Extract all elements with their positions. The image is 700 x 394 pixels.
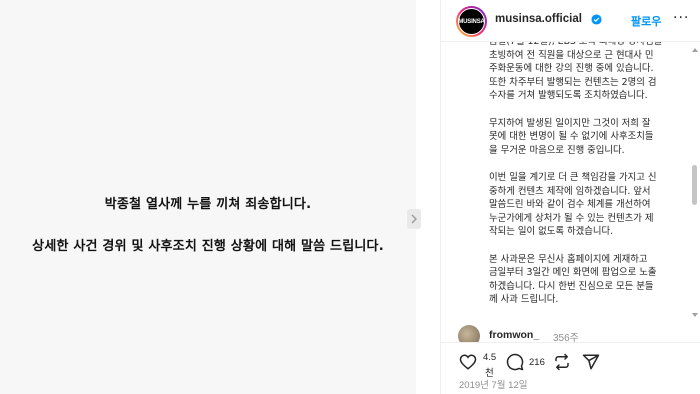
caption: 금일(7월 12일), EBS 조옥 최태성 강사님을초빙하여 전 직원을 대상… bbox=[489, 42, 685, 318]
caption-line: 말씀드린 바와 같이 검수 체계를 개선하여 bbox=[489, 199, 651, 211]
repost-icon bbox=[555, 353, 569, 371]
like-button[interactable] bbox=[459, 353, 477, 375]
caption-paragraph: 무지하여 발생된 일이지만 그것이 저희 잘못에 대한 변명이 될 수 없기에 … bbox=[489, 117, 685, 158]
post-date: 2019년 7월 12일 bbox=[459, 380, 528, 391]
caption-paragraph: 본 사과문은 무신사 홈페이지에 게재하고금일부터 3일간 메인 화면에 팝업으… bbox=[489, 253, 685, 307]
chevron-right-icon bbox=[411, 214, 417, 224]
action-bar: 4.5 천 216 bbox=[441, 342, 700, 379]
caption-line: 금일부터 3일간 메인 화면에 팝업으로 노출 bbox=[489, 267, 657, 279]
caption-paragraph: 이번 일을 계기로 더 큰 책임감을 가지고 신중하게 컨텐츠 제작에 임하겠습… bbox=[489, 171, 685, 239]
post-side-panel: MUSINSA musinsa.official 팔로우 ··· 금일(7월 1… bbox=[440, 0, 700, 394]
caption-line: 무지하여 발생된 일이지만 그것이 저희 잘 bbox=[489, 117, 651, 129]
comment-item: fromwon_ 356주 bbox=[441, 322, 691, 342]
post-header: MUSINSA musinsa.official 팔로우 ··· bbox=[441, 0, 700, 42]
more-options-icon[interactable]: ··· bbox=[673, 10, 689, 26]
caption-line: 작되는 일이 없도록 하겠습니다. bbox=[489, 226, 614, 238]
caption-line: 하겠습니다. 다시 한번 진심으로 모든 분들 bbox=[489, 280, 654, 292]
next-image-button[interactable] bbox=[407, 209, 421, 229]
comment-button[interactable] bbox=[506, 353, 524, 375]
follow-button[interactable]: 팔로우 bbox=[631, 13, 661, 29]
caption-line: 을 무거운 마음으로 진행 중입니다. bbox=[489, 144, 625, 156]
caption-line: 또한 차주부터 발행되는 컨텐츠는 2명의 검 bbox=[489, 76, 657, 88]
comment-time: 356주 bbox=[553, 333, 579, 342]
send-button[interactable] bbox=[582, 353, 600, 375]
caption-paragraph: 금일(7월 12일), EBS 조옥 최태성 강사님을초빙하여 전 직원을 대상… bbox=[489, 42, 685, 103]
scrollbar-thumb[interactable] bbox=[692, 165, 697, 205]
paper-plane-icon bbox=[582, 354, 600, 370]
post-image-line-1: 박종철 열사께 누를 끼쳐 죄송합니다. bbox=[104, 197, 312, 212]
caption-line: 누군가에게 상처가 될 수 있는 컨텐츠가 제 bbox=[489, 212, 654, 224]
comment-count[interactable]: 216 bbox=[529, 357, 545, 368]
scroll-down-icon[interactable] bbox=[692, 312, 698, 318]
comment-icon bbox=[506, 353, 524, 371]
caption-line: 본 사과문은 무신사 홈페이지에 게재하고 bbox=[489, 253, 648, 265]
scroll-up-icon[interactable] bbox=[692, 47, 698, 53]
post-image: 박종철 열사께 누를 끼쳐 죄송합니다. 상세한 사건 경위 및 사후조치 진행… bbox=[0, 0, 416, 394]
heart-icon bbox=[459, 354, 477, 370]
caption-line: 초빙하여 전 직원을 대상으로 근 현대사 민 bbox=[489, 49, 654, 61]
verified-badge-icon bbox=[591, 14, 602, 25]
share-reshare-button[interactable] bbox=[553, 353, 571, 375]
caption-line: 이번 일을 계기로 더 큰 책임감을 가지고 신 bbox=[489, 171, 657, 183]
caption-line: 수자를 거쳐 발행되도록 조치하였습니다. bbox=[489, 90, 648, 102]
username[interactable]: musinsa.official bbox=[495, 13, 582, 25]
caption-line: 중하게 컨텐츠 제작에 임하겠습니다. 앞서 bbox=[489, 185, 651, 197]
comment-username[interactable]: fromwon_ bbox=[489, 329, 539, 341]
caption-line: 께 사과 드립니다. bbox=[489, 294, 559, 306]
caption-line: 주화운동에 대한 강의 진행 중에 있습니다. bbox=[489, 63, 654, 75]
avatar-logo: MUSINSA bbox=[458, 8, 485, 35]
comment-avatar[interactable] bbox=[458, 325, 480, 342]
avatar[interactable]: MUSINSA bbox=[456, 6, 487, 37]
post-image-line-2: 상세한 사건 경위 및 사후조치 진행 상황에 대해 말씀 드립니다. bbox=[32, 239, 384, 254]
caption-line: 못에 대한 변명이 될 수 없기에 사후조치들 bbox=[489, 131, 654, 143]
caption-line: 금일(7월 12일), EBS 조옥 최태성 강사님을 bbox=[489, 42, 662, 47]
like-count[interactable]: 4.5 bbox=[483, 352, 496, 363]
